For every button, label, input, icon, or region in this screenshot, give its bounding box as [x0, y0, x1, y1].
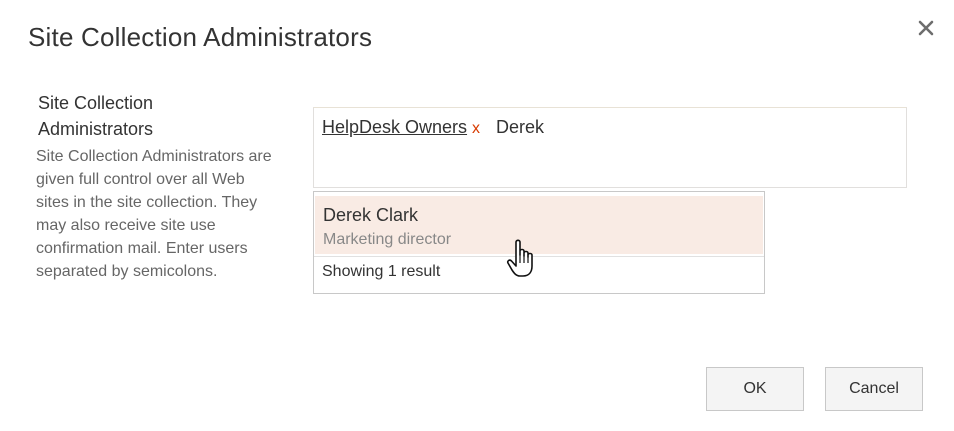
cancel-button[interactable]: Cancel [825, 367, 923, 411]
remove-user-button[interactable]: x [472, 118, 480, 140]
people-picker[interactable]: HelpDesk Owners x [313, 107, 907, 188]
close-icon [918, 20, 934, 36]
picker-row: HelpDesk Owners x [322, 116, 677, 140]
suggestion-count: Showing 1 result [322, 263, 441, 280]
section-heading: Site Collection Administrators [38, 93, 154, 139]
close-button[interactable] [912, 14, 940, 42]
suggestion-name: Derek Clark [323, 205, 419, 225]
suggestion-job-title: Marketing director [323, 231, 452, 248]
ok-button[interactable]: OK [706, 367, 804, 411]
dialog-title: Site Collection Administrators [28, 22, 373, 52]
hand-cursor-icon [506, 239, 533, 277]
people-picker-input[interactable] [496, 117, 677, 138]
section-description: Site Collection Administrators are given… [36, 148, 272, 280]
resolved-user-helpdesk-owners[interactable]: HelpDesk Owners [322, 116, 467, 138]
